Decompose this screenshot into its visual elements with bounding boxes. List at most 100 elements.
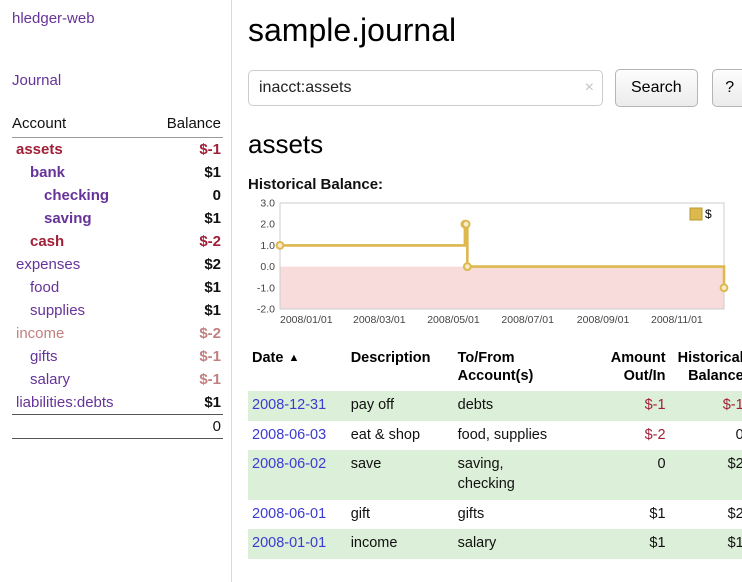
account-row: cash $-2 [12, 230, 223, 253]
y-axis-label: -1.0 [257, 282, 275, 294]
account-row: supplies $1 [12, 299, 223, 322]
account-link-checking[interactable]: checking [44, 187, 109, 204]
account-link-liabilities-debts[interactable]: liabilities:debts [16, 394, 114, 411]
account-row: assets $-1 [12, 138, 223, 162]
chart-point[interactable] [464, 263, 471, 270]
account-row: income $-2 [12, 322, 223, 345]
search-button[interactable]: Search [615, 69, 698, 107]
account-balance: $2 [148, 253, 223, 276]
account-balance: $1 [148, 161, 223, 184]
transaction-amount: $-1 [596, 391, 670, 421]
register-row: 2008-06-02savesaving, checking0$2 [248, 450, 742, 499]
transaction-date-link[interactable]: 2008-06-03 [252, 427, 326, 443]
chart-point[interactable] [721, 284, 728, 291]
y-axis-label: -2.0 [257, 304, 275, 316]
transaction-amount: $1 [596, 500, 670, 530]
transaction-accounts: food, supplies [454, 421, 596, 451]
account-balance: 0 [148, 184, 223, 207]
account-link-salary[interactable]: salary [30, 371, 70, 388]
y-axis-label: 3.0 [260, 199, 275, 210]
transaction-accounts: salary [454, 529, 596, 559]
page-title: sample.journal [248, 12, 742, 49]
x-axis-label: 2008/05/01 [427, 314, 480, 326]
transaction-amount: $1 [596, 529, 670, 559]
account-heading: assets [248, 129, 742, 160]
y-axis-label: 2.0 [260, 219, 275, 231]
transaction-date-link[interactable]: 2008-12-31 [252, 397, 326, 413]
accounts-total-row: 0 [12, 415, 223, 439]
register-row: 2008-12-31pay offdebts$-1$-1 [248, 391, 742, 421]
account-balance: $1 [148, 391, 223, 415]
chart-point[interactable] [277, 242, 284, 249]
account-link-expenses[interactable]: expenses [16, 256, 80, 273]
negative-region [280, 267, 724, 309]
register-header-row: Date▲ Description To/From Account(s) Amo… [248, 347, 742, 391]
app-title-link[interactable]: hledger-web [12, 10, 95, 27]
help-button[interactable]: ? [712, 69, 742, 107]
account-link-income[interactable]: income [16, 325, 64, 342]
balance-header-line2: Balance [674, 367, 742, 385]
transaction-date-link[interactable]: 2008-06-01 [252, 506, 326, 522]
search-box: × [248, 70, 603, 106]
search-row: × Search ? [248, 69, 742, 107]
account-balance: $-1 [148, 138, 223, 162]
account-row: food$1 [12, 276, 223, 299]
transaction-date-link[interactable]: 2008-01-01 [252, 535, 326, 551]
account-link-assets[interactable]: assets [16, 141, 63, 158]
y-axis-label: 1.0 [260, 240, 275, 252]
register-header-date[interactable]: Date▲ [248, 347, 347, 391]
account-balance: $-2 [148, 230, 223, 253]
register-row: 2008-06-01giftgifts$1$2 [248, 500, 742, 530]
total-balance: 0 [148, 415, 223, 439]
x-axis-label: 2008/11/01 [651, 314, 703, 326]
account-link-bank[interactable]: bank [30, 164, 65, 181]
balance-header-line1: Historical [674, 349, 742, 367]
transaction-accounts: saving, checking [454, 450, 596, 499]
account-row: bank $1 [12, 161, 223, 184]
account-balance: $-2 [148, 322, 223, 345]
amount-header-line2: Out/In [600, 367, 666, 385]
balance-column-header[interactable]: Balance [148, 112, 223, 138]
transaction-description: pay off [347, 391, 454, 421]
register-header-amount: Amount Out/In [596, 347, 670, 391]
clear-search-icon[interactable]: × [585, 79, 594, 97]
transaction-date-link[interactable]: 2008-06-02 [252, 456, 326, 472]
account-link-food[interactable]: food [30, 279, 59, 296]
historical-balance-chart[interactable]: 3.02.01.00.0-1.0-2.02008/01/012008/03/01… [248, 199, 742, 335]
search-input[interactable] [248, 70, 603, 106]
sidebar: hledger-web Journal Account Balance asse… [0, 0, 232, 582]
account-balance: $1 [148, 207, 223, 230]
accounts-header-line1: To/From [458, 349, 592, 367]
y-axis-label: 0.0 [260, 261, 275, 273]
x-axis-label: 2008/03/01 [353, 314, 406, 326]
chart-point[interactable] [463, 221, 470, 228]
account-row: expenses $2 [12, 253, 223, 276]
account-column-header[interactable]: Account [12, 112, 148, 138]
account-balance: $-1 [148, 345, 223, 368]
register-row: 2008-01-01incomesalary$1$1 [248, 529, 742, 559]
account-link-cash[interactable]: cash [30, 233, 64, 250]
account-row: liabilities:debts $1 [12, 391, 223, 415]
legend-swatch [690, 208, 702, 220]
account-link-gifts[interactable]: gifts [30, 348, 58, 365]
accounts-header-line2: Account(s) [458, 367, 592, 385]
register-header-accounts: To/From Account(s) [454, 347, 596, 391]
transaction-balance: $1 [670, 529, 742, 559]
sort-ascending-icon[interactable]: ▲ [288, 352, 299, 364]
account-link-saving[interactable]: saving [44, 210, 92, 227]
legend-label: $ [705, 207, 712, 221]
transaction-amount: $-2 [596, 421, 670, 451]
journal-link[interactable]: Journal [12, 72, 61, 89]
accounts-header-row: Account Balance [12, 112, 223, 138]
account-link-supplies[interactable]: supplies [30, 302, 85, 319]
transaction-description: save [347, 450, 454, 499]
accounts-table: Account Balance assets $-1 bank $1 checking 0… [12, 112, 223, 439]
amount-header-line1: Amount [600, 349, 666, 367]
transaction-balance: $2 [670, 450, 742, 499]
main-content: sample.journal × Search ? assets Histori… [232, 0, 742, 582]
x-axis-label: 2008/07/01 [501, 314, 554, 326]
app-window: hledger-web Journal Account Balance asse… [0, 0, 742, 582]
account-balance: $1 [148, 299, 223, 322]
transaction-accounts: gifts [454, 500, 596, 530]
register-table: Date▲ Description To/From Account(s) Amo… [248, 347, 742, 559]
